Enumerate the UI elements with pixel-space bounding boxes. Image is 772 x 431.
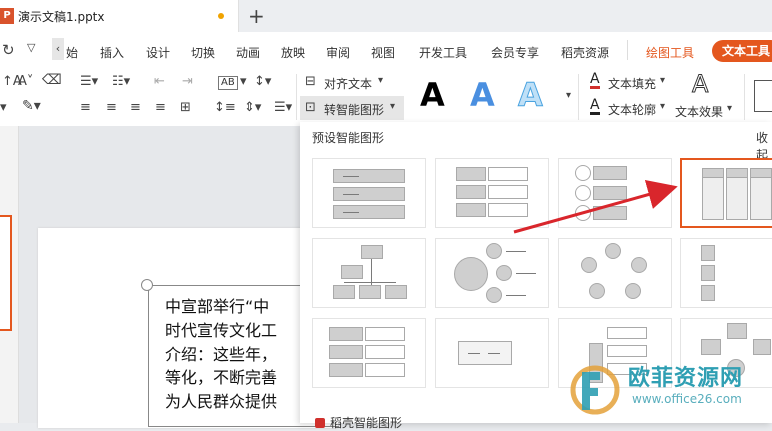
watermark-logo-icon (570, 365, 620, 415)
watermark-url: www.office26.com (632, 392, 742, 406)
annotation-arrow-line (513, 179, 678, 234)
watermark-name: 欧菲资源网 (628, 366, 744, 391)
